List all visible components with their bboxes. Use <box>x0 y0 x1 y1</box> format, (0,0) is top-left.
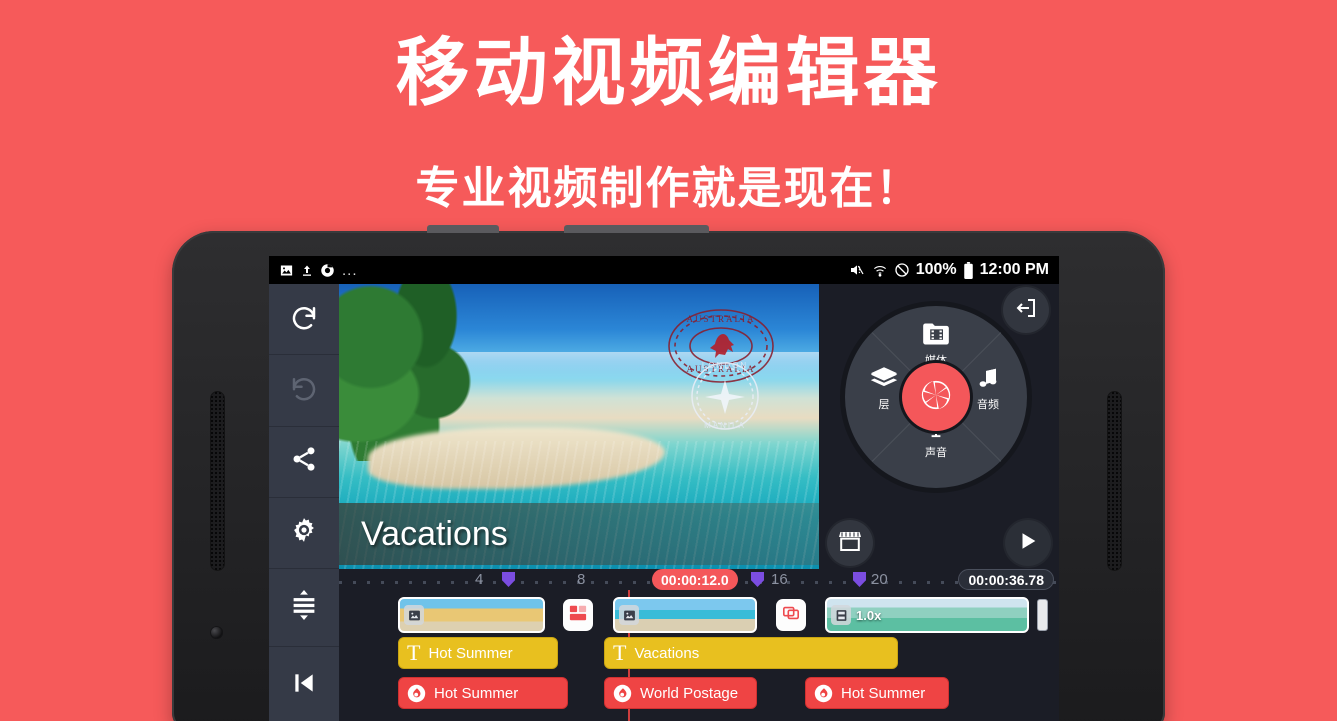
audio-clip-label: Hot Summer <box>434 684 519 702</box>
image-icon <box>279 263 294 278</box>
timeline-marker[interactable] <box>751 572 764 587</box>
wifi-icon <box>872 263 888 278</box>
audio-track[interactable]: Hot Summer World Postage Hot Summer <box>339 677 1059 717</box>
battery-percent: 100% <box>915 261 957 278</box>
undo-button[interactable] <box>269 284 339 356</box>
redo-button[interactable] <box>269 355 339 427</box>
play-button[interactable] <box>1005 520 1051 566</box>
audio-drop-icon <box>613 684 632 703</box>
skip-to-start-icon <box>291 670 317 701</box>
clip-speed-label: 1.0x <box>856 607 882 623</box>
current-time-badge[interactable]: 00:00:12.0 <box>652 569 738 590</box>
front-camera-icon <box>210 626 223 639</box>
video-track[interactable]: 1.0x <box>339 597 1059 637</box>
text-track[interactable]: T Hot Summer T Vacations <box>339 637 1059 677</box>
audio-drop-icon <box>407 684 426 703</box>
passport-stamp-overlay: AUSTRALIA AUSTRALIA LONDON MANILA <box>668 309 774 430</box>
speaker-grille-left <box>210 391 225 571</box>
svg-text:MANILA: MANILA <box>704 421 746 430</box>
text-clip-label: Hot Summer <box>428 644 513 662</box>
timeline-tracks: 1.0x T Hot Summer T Vacations Hot Summer… <box>339 593 1059 717</box>
audio-clip[interactable]: Hot Summer <box>398 677 568 709</box>
do-not-disturb-icon <box>894 262 910 278</box>
page-title: 移动视频编辑器 <box>395 31 942 114</box>
phone-mockup: ... 100% 12:00 PM AUSTRALIA AUSTRALIA LO… <box>172 225 1165 721</box>
phone-screen: ... 100% 12:00 PM AUSTRALIA AUSTRALIA LO… <box>269 256 1059 721</box>
record-shutter-button[interactable] <box>902 363 970 431</box>
text-clip[interactable]: T Hot Summer <box>398 637 558 669</box>
undo-icon <box>289 302 319 337</box>
video-clip[interactable] <box>398 597 545 633</box>
status-time: 12:00 PM <box>979 261 1049 278</box>
tool-rail <box>269 284 339 569</box>
chrome-icon <box>320 263 335 278</box>
export-button[interactable] <box>1003 287 1049 333</box>
video-clip[interactable] <box>613 597 757 633</box>
share-icon <box>290 445 318 478</box>
store-icon <box>838 530 862 557</box>
exit-export-icon <box>1014 296 1038 325</box>
transition-button[interactable] <box>563 599 593 631</box>
text-icon: T <box>613 640 627 665</box>
ruler-label-4: 4 <box>475 571 484 588</box>
share-button[interactable] <box>269 426 339 498</box>
timeline-marker[interactable] <box>853 572 866 587</box>
audio-clip[interactable]: World Postage <box>604 677 757 709</box>
battery-full-icon <box>963 261 974 279</box>
upload-icon <box>301 263 313 278</box>
jump-to-start-button[interactable] <box>269 647 339 721</box>
expand-tracks-button[interactable] <box>269 569 339 647</box>
total-time-badge: 00:00:36.78 <box>958 569 1054 590</box>
expand-vertical-icon <box>290 590 318 625</box>
preview-caption-bar: Vacations <box>339 503 819 565</box>
timeline[interactable]: 4 8 16 20 00:00:12.0 00:00:36.78 1.0x T … <box>269 569 1059 721</box>
image-icon <box>619 605 639 625</box>
ruler-label-20: 20 <box>871 571 888 588</box>
store-button[interactable] <box>827 520 873 566</box>
wheel-item-media[interactable]: 媒体 <box>903 322 969 368</box>
phone-top-nub-right <box>564 225 709 233</box>
video-clip[interactable]: 1.0x <box>825 597 1029 633</box>
text-clip-label: Vacations <box>634 644 700 662</box>
status-overflow: ... <box>342 261 358 279</box>
phone-top-nub-left <box>427 225 499 233</box>
settings-button[interactable] <box>269 497 339 569</box>
control-wheel-area: 媒体 层 音频 声音 <box>819 284 1059 569</box>
transition-button[interactable] <box>776 599 806 631</box>
transition-overlap-icon <box>782 604 800 627</box>
page-subtitle: 专业视频制作就是现在！ <box>415 164 922 213</box>
timeline-marker[interactable] <box>502 572 515 587</box>
audio-clip-label: World Postage <box>640 684 739 702</box>
video-speed-icon <box>831 605 851 625</box>
audio-drop-icon <box>814 684 833 703</box>
preview-caption-text: Vacations <box>361 514 508 553</box>
play-icon <box>1017 530 1039 557</box>
text-clip[interactable]: T Vacations <box>604 637 898 669</box>
timeline-ruler[interactable]: 4 8 16 20 00:00:12.0 00:00:36.78 <box>339 569 1059 593</box>
ruler-label-16: 16 <box>771 571 788 588</box>
image-icon <box>404 605 424 625</box>
video-preview[interactable]: AUSTRALIA AUSTRALIA LONDON MANILA Vacati… <box>339 284 819 569</box>
svg-text:LONDON: LONDON <box>702 361 748 370</box>
speaker-grille-right <box>1107 391 1122 571</box>
redo-icon <box>289 373 319 408</box>
wheel-label-voice: 声音 <box>925 447 947 459</box>
layers-icon <box>869 367 899 394</box>
control-wheel: 媒体 层 音频 声音 <box>845 306 1027 488</box>
transition-split-icon <box>569 604 587 627</box>
mute-icon <box>848 262 866 278</box>
ruler-label-8: 8 <box>577 571 586 588</box>
music-note-icon <box>975 368 1001 394</box>
gear-icon <box>290 516 318 549</box>
audio-clip[interactable]: Hot Summer <box>805 677 949 709</box>
text-icon: T <box>407 640 421 665</box>
audio-clip-label: Hot Summer <box>841 684 926 702</box>
timeline-rail <box>269 569 339 721</box>
svg-text:AUSTRALIA: AUSTRALIA <box>687 314 756 324</box>
media-folder-icon <box>922 323 950 350</box>
status-bar: ... 100% 12:00 PM <box>269 256 1059 284</box>
editor-main: AUSTRALIA AUSTRALIA LONDON MANILA Vacati… <box>269 284 1059 569</box>
clip-trim-handle[interactable] <box>1037 599 1048 631</box>
shutter-icon <box>919 378 953 417</box>
